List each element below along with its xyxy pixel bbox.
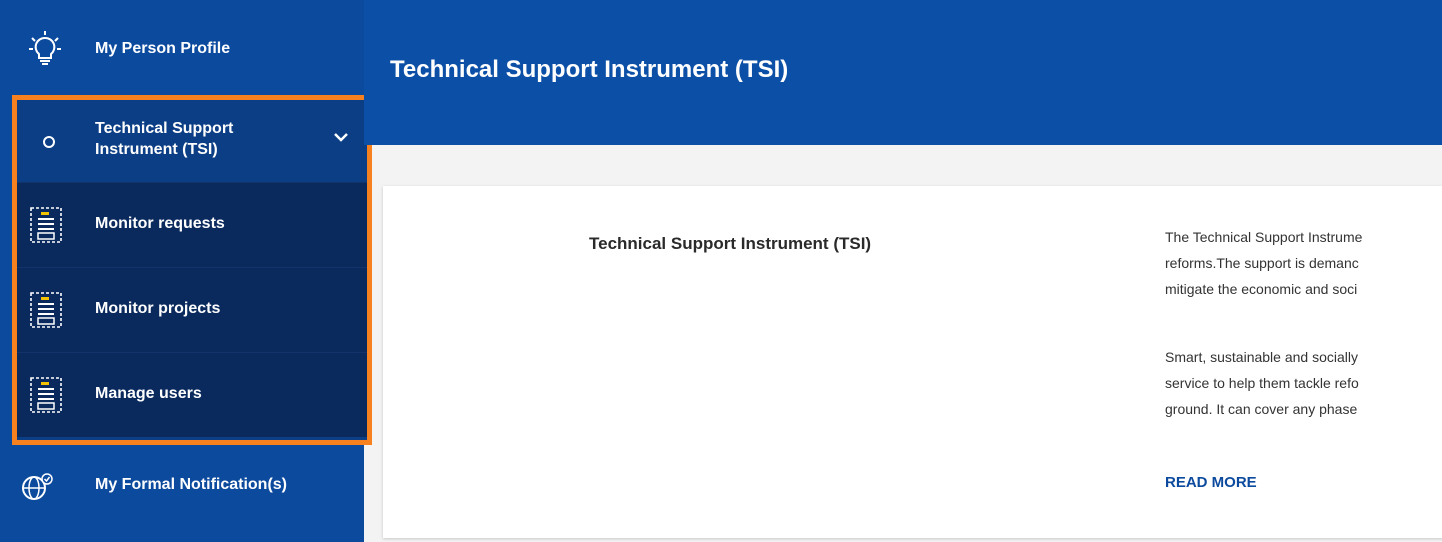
sidebar-item-formal-notifications[interactable]: My Formal Notification(s) xyxy=(0,450,364,520)
card-description-2: Smart, sustainable and socially service … xyxy=(1165,344,1442,422)
lightbulb-icon xyxy=(28,30,62,66)
text-line: mitigate the economic and soci xyxy=(1165,281,1358,297)
tsi-menu-group: Technical Support Instrument (TSI) Monit… xyxy=(12,95,372,445)
sidebar-item-monitor-requests[interactable]: Monitor requests xyxy=(17,182,367,267)
sidebar-item-label: Monitor requests xyxy=(95,215,225,232)
sidebar-item-monitor-projects[interactable]: Monitor projects xyxy=(17,267,367,352)
document-list-icon xyxy=(29,291,63,334)
document-list-icon xyxy=(29,376,63,419)
page-header: Technical Support Instrument (TSI) xyxy=(364,0,1442,145)
sidebar-item-label: Monitor projects xyxy=(95,300,221,317)
sidebar-item-label: Technical Support Instrument (TSI) xyxy=(95,120,234,158)
sidebar-item-tsi[interactable]: Technical Support Instrument (TSI) xyxy=(17,100,367,182)
text-line: The Technical Support Instrume xyxy=(1165,229,1363,245)
text-line: ground. It can cover any phase xyxy=(1165,401,1358,417)
sidebar-item-label: Manage users xyxy=(95,385,202,402)
circle-bullet-icon xyxy=(43,136,55,148)
globe-check-icon xyxy=(20,472,54,502)
info-card: Technical Support Instrument (TSI) The T… xyxy=(383,186,1442,538)
sidebar-item-label: My Person Profile xyxy=(95,40,231,57)
sidebar-item-manage-users[interactable]: Manage users xyxy=(17,352,367,437)
document-list-icon xyxy=(29,206,63,249)
chevron-down-icon[interactable] xyxy=(333,130,349,148)
page-title: Technical Support Instrument (TSI) xyxy=(390,56,789,83)
sidebar-item-my-person-profile[interactable]: My Person Profile xyxy=(0,0,364,96)
sidebar: My Person Profile Technical Support Inst… xyxy=(0,0,372,542)
text-line: Smart, sustainable and socially xyxy=(1165,349,1358,365)
text-line: reforms.The support is demanc xyxy=(1165,255,1359,271)
card-description-1: The Technical Support Instrume reforms.T… xyxy=(1165,224,1442,302)
read-more-link[interactable]: READ MORE xyxy=(1165,474,1257,491)
text-line: service to help them tackle refo xyxy=(1165,375,1359,391)
card-title: Technical Support Instrument (TSI) xyxy=(589,234,872,253)
sidebar-item-label: My Formal Notification(s) xyxy=(95,476,288,493)
